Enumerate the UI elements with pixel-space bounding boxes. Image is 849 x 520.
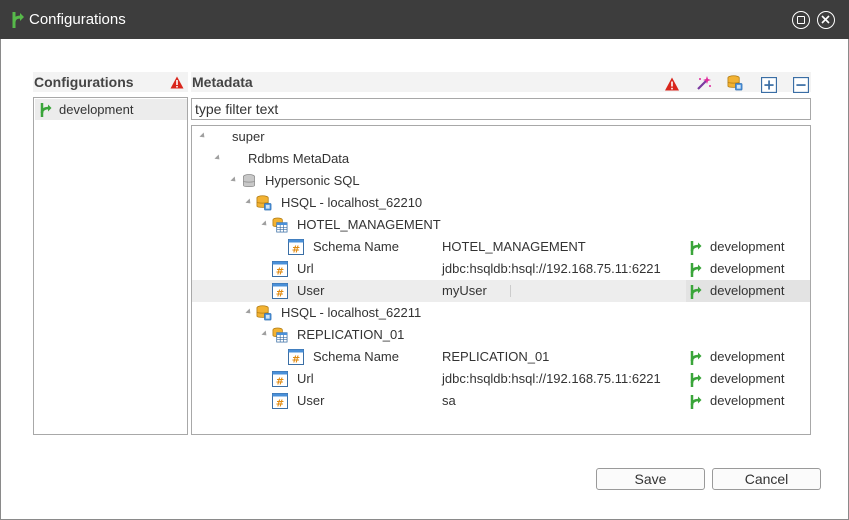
property-value: HOTEL_MANAGEMENT [442, 239, 586, 254]
property-configuration: development [710, 283, 785, 298]
svg-text:#: # [276, 399, 284, 410]
property-name: Schema Name [313, 239, 399, 254]
database-connection-icon [256, 305, 272, 321]
title-bar: Configurations [0, 0, 849, 39]
expand-toggle[interactable] [245, 198, 253, 206]
configurations-list: development [33, 97, 188, 435]
property-value: jdbc:hsqldb:hsql://192.168.75.11:6221 [442, 261, 661, 276]
tree-node-label: HSQL - localhost_62210 [281, 195, 423, 210]
property-name: Url [297, 261, 314, 276]
property-row[interactable]: # Url jdbc:hsqldb:hsql://192.168.75.11:6… [192, 368, 810, 390]
database-add-icon[interactable] [727, 75, 743, 91]
property-configuration: development [710, 239, 785, 254]
config-item-development[interactable]: development [35, 99, 187, 120]
tree-node-label: super [232, 129, 265, 144]
branch-icon [690, 373, 702, 387]
property-icon: # [288, 349, 304, 365]
database-connection-icon [256, 195, 272, 211]
expand-toggle[interactable] [245, 308, 253, 316]
tree-node-label: HOTEL_MANAGEMENT [297, 217, 441, 232]
property-icon: # [288, 239, 304, 255]
tree-node-hypersonic[interactable]: Hypersonic SQL [192, 170, 810, 192]
tree-node-label: Hypersonic SQL [265, 173, 360, 188]
branch-icon [690, 263, 702, 277]
branch-icon [690, 351, 702, 365]
window-title: Configurations [29, 11, 126, 28]
property-value: sa [442, 393, 456, 408]
branch-icon [40, 103, 52, 117]
collapse-all-icon[interactable] [793, 77, 809, 93]
branch-icon [12, 12, 24, 28]
svg-text:#: # [292, 245, 300, 256]
expand-toggle[interactable] [199, 132, 207, 140]
schema-icon [272, 217, 288, 233]
filter-input[interactable] [191, 98, 811, 120]
cancel-button[interactable]: Cancel [712, 468, 821, 490]
metadata-header: Metadata [191, 72, 811, 92]
property-icon: # [272, 261, 288, 277]
property-configuration: development [710, 371, 785, 386]
property-configuration: development [710, 393, 785, 408]
svg-text:#: # [276, 289, 284, 300]
wand-icon[interactable] [696, 75, 712, 91]
property-icon: # [272, 393, 288, 409]
warning-icon[interactable] [664, 76, 680, 92]
expand-toggle[interactable] [230, 176, 238, 184]
property-row[interactable]: # Schema Name HOTEL_MANAGEMENT developme… [192, 236, 810, 258]
tree-node-label: Rdbms MetaData [248, 151, 350, 166]
property-name: Schema Name [313, 349, 399, 364]
config-item-label: development [59, 102, 134, 117]
tree-node-schema[interactable]: REPLICATION_01 [192, 324, 810, 346]
branch-icon [690, 241, 702, 255]
tree-node-super[interactable]: super [192, 126, 810, 148]
maximize-button[interactable] [792, 11, 810, 29]
expand-toggle[interactable] [214, 154, 222, 162]
property-value: REPLICATION_01 [442, 349, 550, 364]
property-value[interactable]: myUser [442, 283, 487, 298]
expand-all-icon[interactable] [761, 77, 777, 93]
property-configuration: development [710, 349, 785, 364]
branch-icon [690, 285, 702, 299]
tree-node-label: HSQL - localhost_62211 [281, 305, 422, 320]
text-cursor [510, 285, 511, 297]
schema-icon [272, 327, 288, 343]
property-icon: # [272, 283, 288, 299]
property-icon: # [272, 371, 288, 387]
svg-text:#: # [292, 355, 300, 366]
save-button[interactable]: Save [596, 468, 705, 490]
tree-node-connection[interactable]: HSQL - localhost_62210 [192, 192, 810, 214]
warning-icon [170, 76, 184, 89]
tree-node-schema[interactable]: HOTEL_MANAGEMENT [192, 214, 810, 236]
tree-node-label: REPLICATION_01 [297, 327, 405, 342]
configurations-header: Configurations [33, 72, 188, 92]
metadata-tree: super Rdbms MetaData Hypersonic SQL HSQL… [191, 125, 811, 435]
expand-toggle[interactable] [261, 330, 269, 338]
svg-text:#: # [276, 267, 284, 278]
property-name: Url [297, 371, 314, 386]
property-row[interactable]: # User myUser development [192, 280, 810, 302]
property-name: User [297, 393, 325, 408]
property-name: User [297, 283, 325, 298]
tree-node-rdbms[interactable]: Rdbms MetaData [192, 148, 810, 170]
svg-text:#: # [276, 377, 284, 388]
tree-node-connection[interactable]: HSQL - localhost_62211 [192, 302, 810, 324]
expand-toggle[interactable] [261, 220, 269, 228]
property-value: jdbc:hsqldb:hsql://192.168.75.11:6221 [442, 371, 661, 386]
property-row[interactable]: # Schema Name REPLICATION_01 development [192, 346, 810, 368]
branch-icon [690, 395, 702, 409]
close-button[interactable] [817, 11, 835, 29]
property-configuration: development [710, 261, 785, 276]
close-icon [821, 15, 830, 24]
property-row[interactable]: # User sa development [192, 390, 810, 412]
property-row[interactable]: # Url jdbc:hsqldb:hsql://192.168.75.11:6… [192, 258, 810, 280]
database-icon [243, 174, 255, 188]
